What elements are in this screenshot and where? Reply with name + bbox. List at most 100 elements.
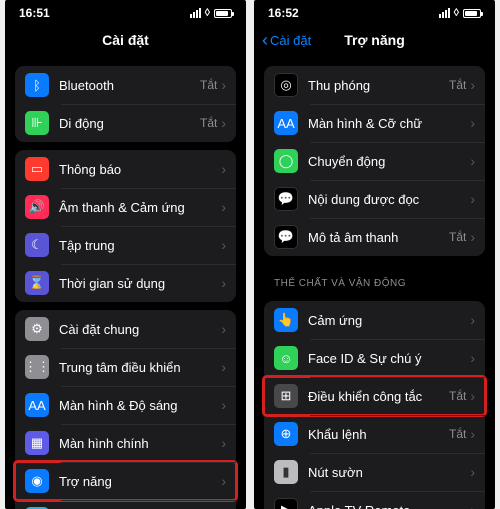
general-icon: ⚙	[25, 317, 49, 341]
nav-bar: ‹ Cài đặt Trợ năng	[254, 22, 495, 58]
settings-row[interactable]: ⋮⋮Trung tâm điều khiển›	[15, 348, 236, 386]
control-center-icon: ⋮⋮	[25, 355, 49, 379]
settings-screen: 16:51 ◊ Cài đặt ᛒBluetoothTắt›⊪Di độngTắ…	[5, 0, 246, 509]
focus-icon: ☾	[25, 233, 49, 257]
row-label: Màn hình & Độ sáng	[59, 398, 221, 413]
settings-row[interactable]: ⊕Khẩu lệnhTắt›	[264, 415, 485, 453]
settings-row[interactable]: ◎ Thu phóngTắt ›	[264, 66, 485, 104]
row-label: Thông báo	[59, 162, 221, 177]
voice-control-icon: ⊕	[274, 422, 298, 446]
chevron-right-icon: ›	[470, 502, 475, 509]
battery-icon	[463, 9, 481, 18]
audio-desc-icon: 💬	[274, 225, 298, 249]
settings-row[interactable]: AA Màn hình & Cỡ chữ›	[264, 104, 485, 142]
chevron-right-icon: ›	[470, 229, 475, 245]
spoken-content-icon: 💬	[274, 187, 298, 211]
signal-icon	[439, 8, 450, 18]
chevron-right-icon: ›	[470, 115, 475, 131]
battery-icon	[214, 9, 232, 18]
chevron-right-icon: ›	[221, 359, 226, 375]
group-header: THỂ CHẤT VÀ VẬN ĐỘNG	[254, 264, 495, 293]
settings-row[interactable]: ⊪Di độngTắt›	[15, 104, 236, 142]
settings-row[interactable]: 🔊Âm thanh & Cảm ứng›	[15, 188, 236, 226]
signal-icon	[190, 8, 201, 18]
settings-group: ◎Thu phóngTắt›AAMàn hình & Cỡ chữ›◯Chuyể…	[264, 66, 485, 256]
chevron-right-icon: ›	[470, 464, 475, 480]
settings-row[interactable]: ⚙Cài đặt chung›	[15, 310, 236, 348]
row-label: Apple TV Remote	[308, 503, 470, 509]
row-value: Tắt	[449, 230, 466, 244]
row-label: Tập trung	[59, 238, 221, 253]
settings-group: ⚙Cài đặt chung›⋮⋮Trung tâm điều khiển›AA…	[15, 310, 236, 509]
display-text-icon: AA	[274, 111, 298, 135]
status-icons: ◊	[439, 7, 481, 19]
apple-tv-icon: ▶	[274, 498, 298, 509]
page-title: Cài đặt	[102, 32, 149, 48]
screentime-icon: ⌛	[25, 271, 49, 295]
row-label: Thu phóng	[308, 78, 449, 93]
home-screen-icon: ▦	[25, 431, 49, 455]
row-label: Điều khiển công tắc	[308, 389, 449, 404]
chevron-right-icon: ›	[221, 115, 226, 131]
settings-group: ▭Thông báo›🔊Âm thanh & Cảm ứng› ☾ Tập trun…	[15, 150, 236, 302]
faceid-icon: ☺	[274, 346, 298, 370]
row-label: Âm thanh & Cảm ứng	[59, 200, 221, 215]
chevron-right-icon: ›	[470, 350, 475, 366]
settings-row[interactable]: ☾ Tập trung›	[15, 226, 236, 264]
status-time: 16:51	[19, 6, 50, 20]
settings-row[interactable]: ᛒ BluetoothTắt ›	[15, 66, 236, 104]
chevron-right-icon: ›	[221, 397, 226, 413]
row-value: Tắt	[449, 389, 466, 403]
page-title: Trợ năng	[344, 32, 405, 48]
row-label: Màn hình & Cỡ chữ	[308, 116, 470, 131]
chevron-right-icon: ›	[470, 77, 475, 93]
settings-row[interactable]: ☺ Face ID & Sự chú ý›	[264, 339, 485, 377]
chevron-right-icon: ›	[470, 191, 475, 207]
settings-row[interactable]: ▭Thông báo›	[15, 150, 236, 188]
chevron-right-icon: ›	[221, 473, 226, 489]
nav-bar: Cài đặt	[5, 22, 246, 58]
settings-row[interactable]: 👆Cảm ứng›	[264, 301, 485, 339]
wifi-icon: ◊	[205, 7, 210, 19]
status-bar: 16:52 ◊	[254, 0, 495, 22]
settings-group: ᛒBluetoothTắt›⊪Di độngTắt›	[15, 66, 236, 142]
settings-row[interactable]: ⊞Điều khiển công tắcTắt›	[264, 377, 485, 415]
chevron-right-icon: ›	[470, 426, 475, 442]
chevron-right-icon: ›	[221, 435, 226, 451]
zoom-icon: ◎	[274, 73, 298, 97]
row-label: Bluetooth	[59, 78, 200, 93]
status-bar: 16:51 ◊	[5, 0, 246, 22]
chevron-right-icon: ›	[221, 77, 226, 93]
settings-row[interactable]: ▮Nút sườn›	[264, 453, 485, 491]
settings-row[interactable]: ◉Trợ năng›	[15, 462, 236, 500]
chevron-right-icon: ›	[470, 312, 475, 328]
row-label: Cảm ứng	[308, 313, 470, 328]
row-label: Cài đặt chung	[59, 322, 221, 337]
settings-row[interactable]: ▶ Apple TV Remote›	[264, 491, 485, 509]
settings-group: 👆Cảm ứng›☺Face ID & Sự chú ý›⊞Điều khiển…	[264, 301, 485, 509]
row-label: Face ID & Sự chú ý	[308, 351, 470, 366]
row-label: Nội dung được đọc	[308, 192, 470, 207]
settings-row[interactable]: 💬 Nội dung được đọc›	[264, 180, 485, 218]
chevron-right-icon: ›	[470, 153, 475, 169]
chevron-right-icon: ›	[221, 199, 226, 215]
row-label: Mô tả âm thanh	[308, 230, 449, 245]
row-value: Tắt	[449, 427, 466, 441]
chevron-left-icon: ‹	[262, 31, 268, 49]
display-icon: AA	[25, 393, 49, 417]
row-value: Tắt	[200, 78, 217, 92]
back-button[interactable]: ‹ Cài đặt	[262, 31, 311, 49]
settings-row[interactable]: ◯Chuyển động›	[264, 142, 485, 180]
settings-row[interactable]: ✿Hình nền›	[15, 500, 236, 509]
bluetooth-icon: ᛒ	[25, 73, 49, 97]
wifi-icon: ◊	[454, 7, 459, 19]
row-value: Tắt	[200, 116, 217, 130]
status-icons: ◊	[190, 7, 232, 19]
chevron-right-icon: ›	[221, 237, 226, 253]
settings-row[interactable]: ⌛Thời gian sử dụng›	[15, 264, 236, 302]
settings-row[interactable]: AA Màn hình & Độ sáng›	[15, 386, 236, 424]
settings-row[interactable]: 💬 Mô tả âm thanhTắt ›	[264, 218, 485, 256]
row-value: Tắt	[449, 78, 466, 92]
switch-control-icon: ⊞	[274, 384, 298, 408]
settings-row[interactable]: ▦Màn hình chính›	[15, 424, 236, 462]
